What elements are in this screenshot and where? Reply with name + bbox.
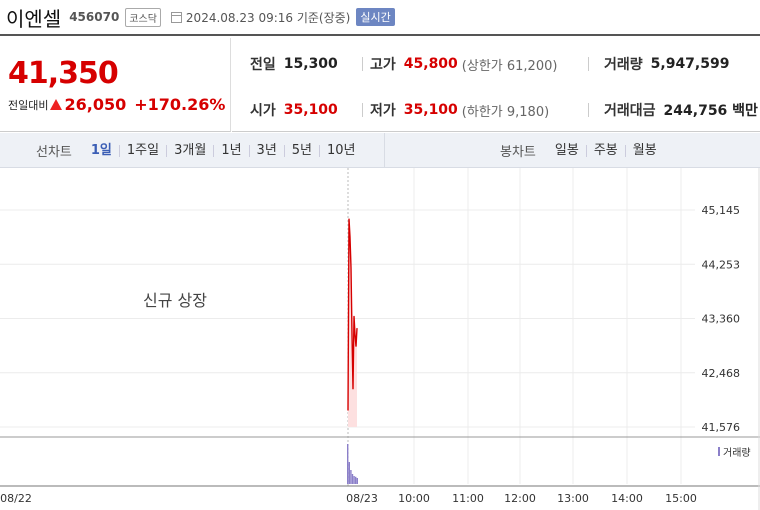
tab-10y[interactable]: 10년 bbox=[319, 144, 363, 157]
x-axis-labels: 08/22 08/23 10:00 11:00 12:00 13:00 14:00 15:00 bbox=[0, 492, 697, 505]
stat-volume: 거래량 5,947,599 bbox=[604, 54, 729, 74]
y-axis-labels: 45,145 44,253 43,360 42,468 41,576 bbox=[702, 204, 741, 434]
price-point bbox=[354, 333, 356, 335]
lower-limit: (하한가 9,180) bbox=[461, 104, 550, 120]
stat-label: 거래량 bbox=[604, 57, 643, 73]
price-box: 41,350 전일대비 26,050 +170.26% bbox=[0, 38, 231, 132]
stock-header: 이엔셀 456070 코스닥 2024.08.23 09:16 기준(장중) 실… bbox=[0, 0, 760, 36]
price-point bbox=[355, 346, 357, 347]
stock-code: 456070 bbox=[69, 10, 120, 24]
divider bbox=[362, 103, 363, 117]
basis-time: 2024.08.23 09:16 기준(장중) bbox=[185, 10, 351, 25]
volume-bar bbox=[351, 474, 354, 484]
x-tick-label: 10:00 bbox=[398, 492, 430, 505]
stat-value: 45,800 bbox=[403, 56, 458, 72]
tab-5y[interactable]: 5년 bbox=[283, 144, 319, 157]
tab-daily[interactable]: 일봉 bbox=[548, 144, 586, 157]
x-tick-label: 15:00 bbox=[665, 492, 697, 505]
y-tick-label: 41,576 bbox=[702, 421, 741, 434]
tab-weekly[interactable]: 주봉 bbox=[585, 144, 625, 157]
price-point bbox=[351, 333, 353, 335]
volume-legend-label: 거래량 bbox=[723, 447, 751, 459]
stat-amount: 거래대금 244,756 백만 bbox=[604, 100, 758, 120]
stat-value: 5,947,599 bbox=[650, 56, 730, 72]
divider bbox=[588, 57, 589, 71]
volume-bar bbox=[355, 476, 357, 484]
change-row: 전일대비 26,050 +170.26% bbox=[8, 95, 225, 114]
volume-legend-swatch bbox=[718, 447, 720, 456]
stat-value: 35,100 bbox=[403, 102, 458, 118]
tab-3y[interactable]: 3년 bbox=[248, 144, 284, 157]
y-tick-label: 43,360 bbox=[702, 313, 741, 326]
chart-tab-bar: 선차트 1일 1주일 3개월 1년 3년 5년 10년 봉차트 일봉 주봉 월봉 bbox=[0, 133, 760, 168]
calendar-icon bbox=[170, 11, 182, 23]
chart-grid bbox=[0, 168, 760, 510]
price-point bbox=[349, 236, 351, 238]
prev-label: 전일대비 bbox=[8, 98, 49, 112]
price-point bbox=[350, 267, 352, 268]
stats-panel: 전일 15,300 고가 45,800 (상한가 61,200) 거래량 5,9… bbox=[232, 38, 760, 132]
candle-chart-tabs: 봉차트 일봉 주봉 월봉 bbox=[500, 133, 664, 168]
change-percent: +170.26% bbox=[134, 95, 226, 114]
stat-label: 시가 bbox=[250, 103, 276, 119]
candle-chart-label: 봉차트 bbox=[500, 145, 536, 160]
volume-bar bbox=[348, 462, 350, 484]
price-point bbox=[353, 315, 355, 317]
divider bbox=[588, 103, 589, 117]
price-point bbox=[356, 327, 358, 329]
stat-value: 244,756 백만 bbox=[663, 103, 758, 119]
stat-prev-close: 전일 15,300 bbox=[250, 54, 338, 74]
x-tick-label: 08/23 bbox=[346, 492, 378, 505]
current-price: 41,350 bbox=[8, 56, 119, 91]
y-tick-label: 42,468 bbox=[702, 367, 741, 380]
stat-label: 거래대금 bbox=[604, 103, 656, 119]
upper-limit: (상한가 61,200) bbox=[461, 58, 558, 74]
new-listing-annotation: 신규 상장 bbox=[143, 291, 207, 310]
stock-name: 이엔셀 bbox=[6, 6, 62, 31]
stat-label: 전일 bbox=[250, 57, 276, 73]
y-tick-label: 44,253 bbox=[702, 258, 741, 271]
tab-divider bbox=[384, 133, 385, 168]
x-tick-label: 12:00 bbox=[504, 492, 536, 505]
tab-1w[interactable]: 1주일 bbox=[118, 144, 166, 157]
price-point bbox=[347, 409, 349, 411]
x-tick-label: 08/22 bbox=[0, 492, 32, 505]
market-badge: 코스닥 bbox=[125, 7, 161, 27]
y-tick-label: 45,145 bbox=[702, 204, 741, 217]
x-tick-label: 11:00 bbox=[452, 492, 484, 505]
price-point bbox=[352, 388, 354, 390]
stat-open: 시가 35,100 bbox=[250, 100, 338, 120]
divider bbox=[362, 57, 363, 71]
price-chart[interactable]: 45,14544,25343,36042,46841,576 08/22 08/2… bbox=[0, 168, 760, 510]
stat-label: 저가 bbox=[370, 103, 396, 119]
volume-bar bbox=[350, 470, 352, 484]
change-value: 26,050 bbox=[64, 95, 127, 114]
tab-1d[interactable]: 1일 bbox=[84, 144, 119, 157]
volume-bar bbox=[356, 478, 358, 484]
price-area bbox=[347, 218, 358, 427]
stat-label: 고가 bbox=[370, 57, 396, 73]
stat-value: 35,100 bbox=[283, 102, 338, 118]
realtime-badge[interactable]: 실시간 bbox=[356, 8, 395, 26]
up-arrow-icon bbox=[50, 99, 63, 110]
line-chart-tabs: 선차트 1일 1주일 3개월 1년 3년 5년 10년 bbox=[36, 133, 363, 168]
price-point bbox=[348, 218, 350, 220]
tab-1y[interactable]: 1년 bbox=[213, 144, 248, 157]
x-tick-label: 14:00 bbox=[611, 492, 643, 505]
stat-value: 15,300 bbox=[283, 56, 338, 72]
tab-monthly[interactable]: 월봉 bbox=[624, 144, 664, 157]
line-chart-label: 선차트 bbox=[36, 145, 72, 160]
tab-3m[interactable]: 3개월 bbox=[166, 144, 213, 157]
x-tick-label: 13:00 bbox=[557, 492, 589, 505]
stat-high: 고가 45,800 (상한가 61,200) bbox=[370, 54, 557, 74]
stat-low: 저가 35,100 (하한가 9,180) bbox=[370, 100, 549, 120]
volume-bar bbox=[347, 444, 349, 484]
volume-bar bbox=[353, 476, 355, 484]
volume-area bbox=[347, 444, 358, 484]
